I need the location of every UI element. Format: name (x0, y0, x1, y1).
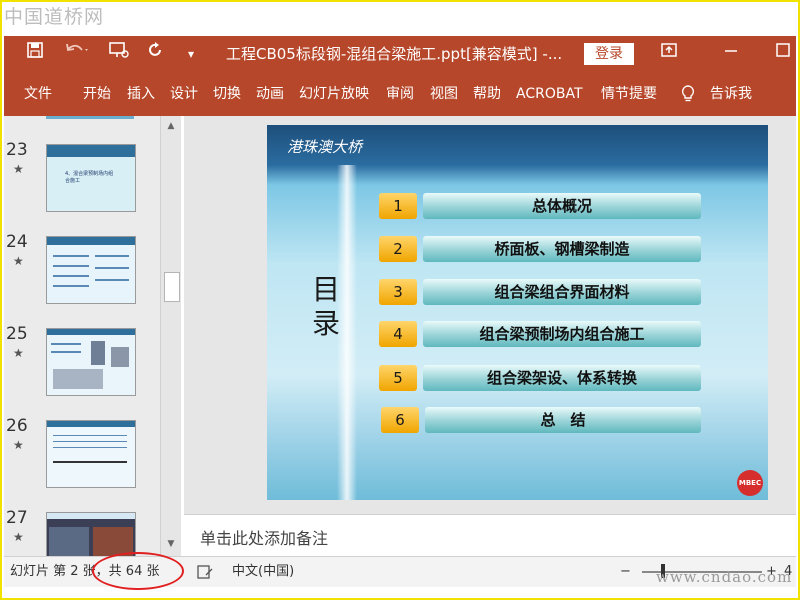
toc-number-2: 2 (379, 236, 417, 262)
language-indicator[interactable]: 中文(中国) (232, 557, 294, 587)
thumbnail-number: 25 (6, 324, 28, 344)
notes-placeholder: 单击此处添加备注 (200, 529, 329, 548)
thumbnail-number: 23 (6, 140, 28, 160)
redo-icon[interactable] (146, 36, 164, 72)
notes-toggle-icon[interactable] (196, 557, 214, 587)
lightbulb-icon[interactable] (680, 72, 696, 116)
tab-slideshow[interactable]: 幻灯片放映 (299, 72, 369, 116)
animation-star-icon: ★ (13, 530, 24, 544)
tab-acrobat[interactable]: ACROBAT (516, 72, 583, 116)
tab-help[interactable]: 帮助 (473, 72, 501, 116)
slide-thumbnail-panel[interactable]: 23 ★ 4、混合梁预制场内组合施工 24 ★ 25 ★ 26 ★ 27 ★ (4, 116, 164, 556)
thumbnail-partial (46, 116, 134, 119)
thumbnail-header-band (47, 329, 135, 335)
tab-design[interactable]: 设计 (170, 72, 198, 116)
thumbnail-header-band (47, 513, 135, 519)
slide-thumbnail-27[interactable] (46, 512, 136, 556)
zoom-out-button[interactable]: − (620, 557, 631, 587)
tab-animations[interactable]: 动画 (256, 72, 284, 116)
undo-icon[interactable] (64, 36, 90, 72)
save-icon[interactable] (26, 36, 44, 72)
current-slide[interactable]: 港珠澳大桥 目录 1 总体概况 2 桥面板、钢槽梁制造 3 组合梁组合界面材料 … (267, 125, 768, 500)
tab-transitions[interactable]: 切换 (213, 72, 241, 116)
slide-thumbnail-25[interactable] (46, 328, 136, 396)
thumbnail-number: 27 (6, 508, 28, 528)
toc-number-1: 1 (379, 193, 417, 219)
toc-item-6: 总 结 (425, 407, 701, 433)
toc-number-6: 6 (381, 407, 419, 433)
thumbnail-number: 26 (6, 416, 28, 436)
minimize-icon[interactable] (724, 36, 738, 72)
toc-number-3: 3 (379, 279, 417, 305)
toc-item-5: 组合梁架设、体系转换 (423, 365, 701, 391)
tell-me-box[interactable]: 告诉我 (710, 72, 752, 116)
toc-item-2: 桥面板、钢槽梁制造 (423, 236, 701, 262)
present-icon[interactable] (108, 36, 130, 72)
thumbnail-header-band (47, 421, 135, 427)
maximize-icon[interactable] (776, 36, 790, 72)
thumbnail-header-band (47, 237, 135, 245)
customize-icon[interactable]: ▾ (188, 36, 194, 72)
mbec-logo: MBEC (737, 470, 763, 496)
thumbnail-header-band (47, 145, 135, 157)
title-bar: ▾ 工程CB05标段钢-混组合梁施工.ppt[兼容模式] -... 登录 (4, 36, 796, 72)
watermark-top: 中国道桥网 (4, 6, 105, 28)
tab-insert[interactable]: 插入 (127, 72, 155, 116)
animation-star-icon: ★ (13, 162, 24, 176)
tab-file[interactable]: 文件 (24, 72, 52, 116)
highlight-circle (92, 552, 184, 590)
tab-view[interactable]: 视图 (430, 72, 458, 116)
notes-pane[interactable]: 单击此处添加备注 (184, 514, 796, 557)
ribbon-tabs: 文件 开始 插入 设计 切换 动画 幻灯片放映 审阅 视图 帮助 ACROBAT… (4, 72, 796, 116)
toc-item-3: 组合梁组合界面材料 (423, 279, 701, 305)
thumbnail-number: 24 (6, 232, 28, 252)
toc-number-4: 4 (379, 321, 417, 347)
tab-storyboard[interactable]: 情节提要 (601, 72, 657, 116)
toc-heading: 目录 (311, 273, 340, 340)
scroll-up-icon[interactable]: ▲ (161, 118, 181, 134)
ribbon-display-icon[interactable] (660, 36, 678, 72)
scroll-down-icon[interactable]: ▼ (161, 536, 181, 552)
toc-item-1: 总体概况 (423, 193, 701, 219)
tab-home[interactable]: 开始 (83, 72, 111, 116)
login-button[interactable]: 登录 (584, 43, 634, 65)
toc-item-4: 组合梁预制场内组合施工 (423, 321, 701, 347)
slide-thumbnail-23[interactable]: 4、混合梁预制场内组合施工 (46, 144, 136, 212)
scrollbar-thumb[interactable] (164, 272, 180, 302)
toc-number-5: 5 (379, 365, 417, 391)
slide-thumbnail-24[interactable] (46, 236, 136, 304)
document-title: 工程CB05标段钢-混组合梁施工.ppt[兼容模式] -... (226, 45, 563, 63)
watermark-bottom: www.cndao.com (656, 568, 793, 586)
thumbnail-text: 4、混合梁预制场内组合施工 (65, 171, 114, 184)
tab-review[interactable]: 审阅 (386, 72, 414, 116)
thumbnail-scrollbar[interactable]: ▲ ▼ (160, 116, 181, 556)
slide-logo: 港珠澳大桥 (287, 138, 363, 156)
animation-star-icon: ★ (13, 438, 24, 452)
animation-star-icon: ★ (13, 346, 24, 360)
slide-thumbnail-26[interactable] (46, 420, 136, 488)
animation-star-icon: ★ (13, 254, 24, 268)
